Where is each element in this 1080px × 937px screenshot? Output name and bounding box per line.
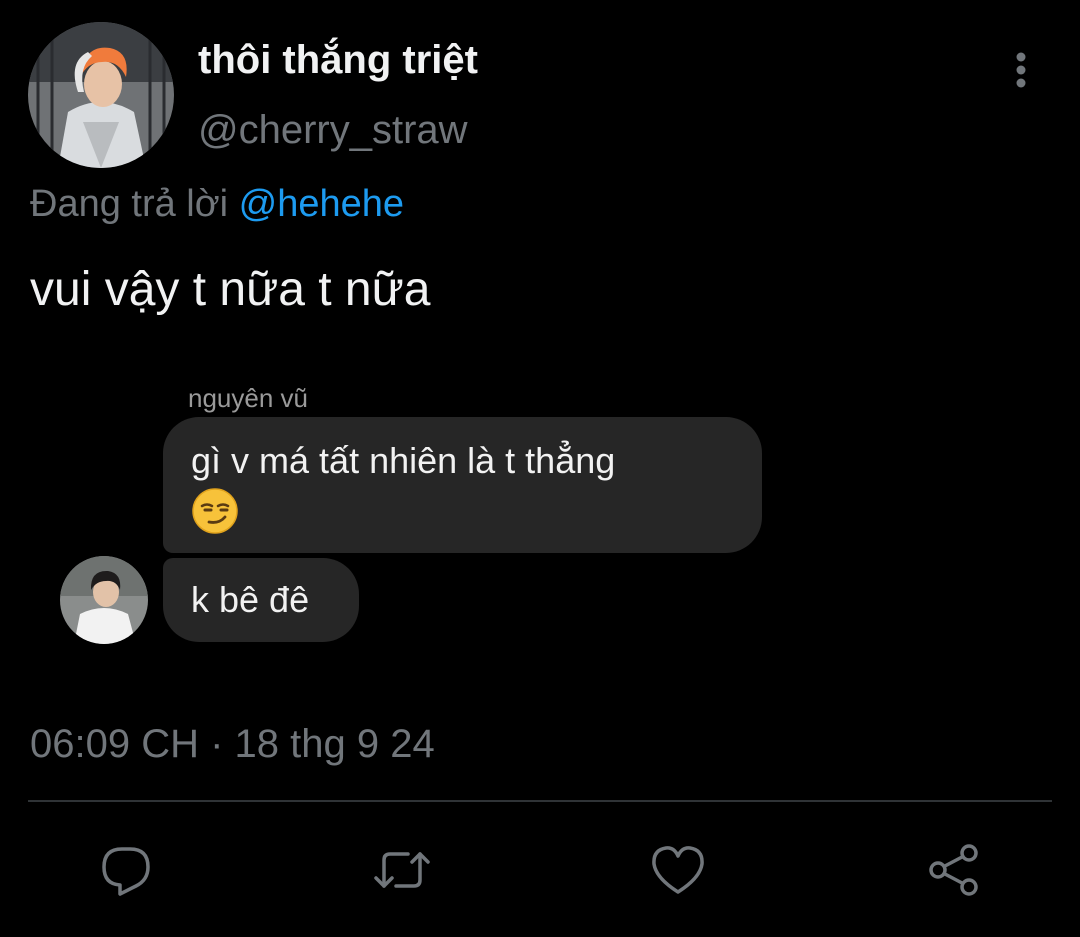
- retweet-icon: [374, 852, 430, 888]
- author-display-name[interactable]: thôi thắng triệt: [198, 38, 478, 83]
- more-options-button[interactable]: [1006, 50, 1036, 90]
- reply-prefix: Đang trả lời: [30, 183, 229, 225]
- heart-icon: [652, 846, 704, 894]
- chat-message-text: gì v má tất nhiên là t thẳng: [191, 440, 616, 481]
- reply-icon: [102, 847, 150, 896]
- retweet-button[interactable]: [372, 840, 432, 900]
- tweet: thôi thắng triệt @cherry_straw Đang trả …: [0, 0, 1080, 937]
- chat-message-text: k bê đê: [191, 579, 310, 620]
- smirking-face-icon: [192, 488, 238, 534]
- share-icon: [929, 844, 978, 896]
- tweet-text: vui vậy t nữa t nữa: [30, 263, 431, 316]
- sender-photo-icon: [60, 556, 148, 644]
- author-avatar[interactable]: [28, 22, 174, 168]
- profile-photo-icon: [28, 22, 174, 168]
- chat-message-bubble: k bê đê: [163, 558, 359, 642]
- like-button[interactable]: [648, 840, 708, 900]
- share-button[interactable]: [924, 840, 984, 900]
- more-vertical-icon: [1016, 52, 1026, 88]
- reply-mention-link[interactable]: @hehehe: [239, 183, 404, 225]
- reply-button[interactable]: [96, 840, 156, 900]
- author-handle[interactable]: @cherry_straw: [198, 108, 468, 153]
- chat-message-bubble: gì v má tất nhiên là t thẳng: [163, 417, 762, 553]
- chat-sender-avatar: [60, 556, 148, 644]
- tweet-timestamp[interactable]: 06:09 CH · 18 thg 9 24: [30, 722, 435, 767]
- chat-sender-name: nguyên vũ: [188, 383, 308, 413]
- reply-context: Đang trả lời @hehehe: [30, 183, 404, 226]
- divider: [28, 800, 1052, 802]
